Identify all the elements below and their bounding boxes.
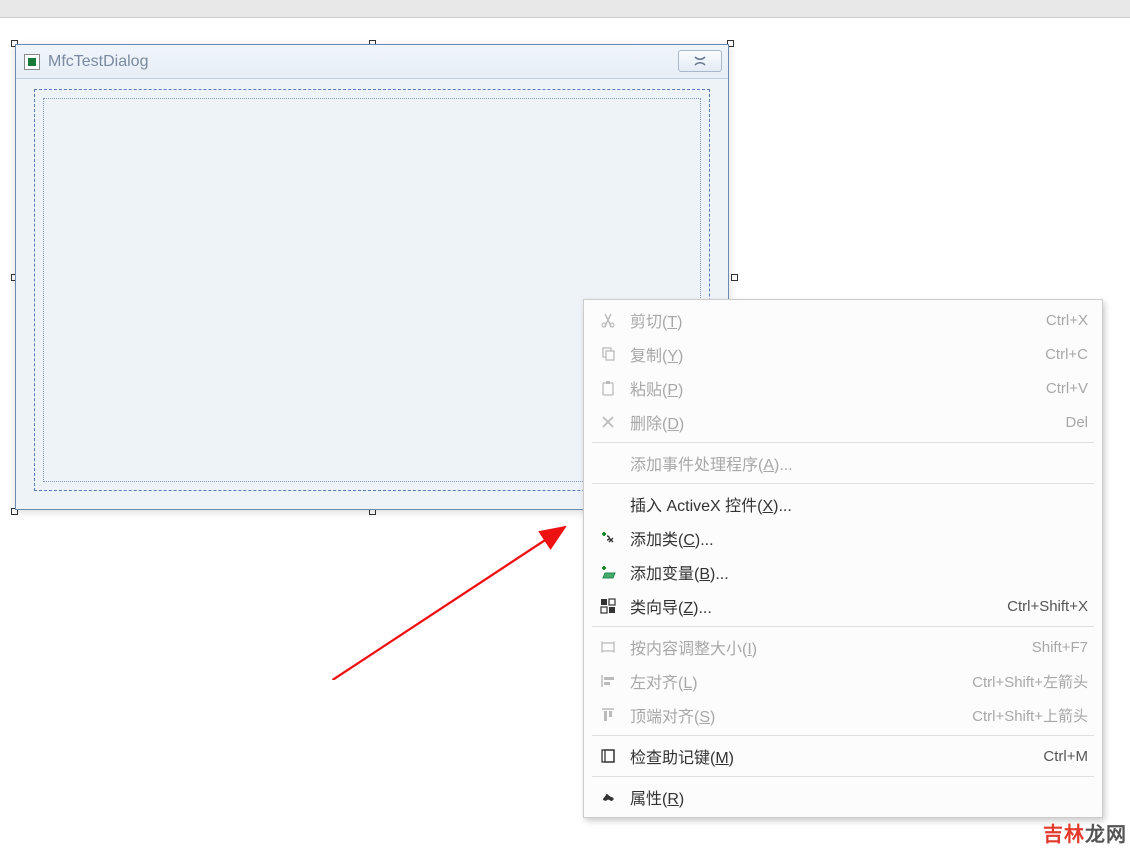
menu-item-label: 剪切(T) [630, 308, 1046, 332]
menu-item: 按内容调整大小(I)Shift+F7 [586, 630, 1100, 664]
watermark: 吉林龙网 [1043, 818, 1127, 847]
dialog-title: MfcTestDialog [48, 53, 148, 71]
align-top-icon [594, 704, 622, 726]
mnemonics-icon [594, 745, 622, 767]
menu-item-label: 添加事件处理程序(A)... [630, 451, 1088, 475]
menu-item[interactable]: 属性(R) [586, 780, 1100, 814]
menu-item[interactable]: 插入 ActiveX 控件(X)... [586, 487, 1100, 521]
menu-item-shortcut: Ctrl+M [1043, 748, 1088, 765]
menu-item-label: 插入 ActiveX 控件(X)... [630, 492, 1088, 516]
menu-item-label: 检查助记键(M) [630, 744, 1043, 768]
menu-item-label: 左对齐(L) [630, 669, 972, 693]
context-menu[interactable]: 剪切(T)Ctrl+X复制(Y)Ctrl+C粘贴(P)Ctrl+V删除(D)De… [583, 299, 1103, 818]
menu-item-label: 类向导(Z)... [630, 594, 1007, 618]
menu-separator [592, 735, 1094, 736]
menu-separator [592, 626, 1094, 627]
menu-item: 剪切(T)Ctrl+X [586, 303, 1100, 337]
watermark-part1: 吉林 [1043, 824, 1085, 846]
menu-item[interactable]: 类向导(Z)...Ctrl+Shift+X [586, 589, 1100, 623]
menu-item[interactable]: 添加变量(B)... [586, 555, 1100, 589]
menu-item[interactable]: 添加类(C)... [586, 521, 1100, 555]
menu-item-shortcut: Ctrl+C [1045, 346, 1088, 363]
dialog-titlebar[interactable]: MfcTestDialog [16, 45, 728, 79]
annotation-arrow [290, 500, 630, 680]
add-variable-icon [594, 561, 622, 583]
menu-separator [592, 776, 1094, 777]
menu-item: 复制(Y)Ctrl+C [586, 337, 1100, 371]
close-button[interactable] [678, 50, 722, 72]
close-icon [693, 55, 707, 67]
menu-item: 粘贴(P)Ctrl+V [586, 371, 1100, 405]
menu-item-shortcut: Ctrl+Shift+上箭头 [972, 705, 1088, 726]
menu-item-shortcut: Ctrl+V [1046, 380, 1088, 397]
menu-item-label: 复制(Y) [630, 342, 1045, 366]
delete-icon [594, 411, 622, 433]
dialog-app-icon [24, 54, 40, 70]
selection-handle[interactable] [731, 274, 738, 281]
menu-item: 删除(D)Del [586, 405, 1100, 439]
menu-separator [592, 483, 1094, 484]
menu-item: 添加事件处理程序(A)... [586, 446, 1100, 480]
menu-item-shortcut: Ctrl+X [1046, 312, 1088, 329]
menu-item-label: 添加类(C)... [630, 526, 1088, 550]
align-left-icon [594, 670, 622, 692]
menu-item: 顶端对齐(S)Ctrl+Shift+上箭头 [586, 698, 1100, 732]
menu-item-label: 顶端对齐(S) [630, 703, 972, 727]
menu-item-label: 属性(R) [630, 785, 1088, 809]
menu-item: 左对齐(L)Ctrl+Shift+左箭头 [586, 664, 1100, 698]
menu-item-shortcut: Ctrl+Shift+左箭头 [972, 671, 1088, 692]
menu-item-shortcut: Ctrl+Shift+X [1007, 598, 1088, 615]
add-class-icon [594, 527, 622, 549]
properties-icon [594, 786, 622, 808]
menu-item[interactable]: 检查助记键(M)Ctrl+M [586, 739, 1100, 773]
copy-icon [594, 343, 622, 365]
menu-item-shortcut: Del [1065, 414, 1088, 431]
menu-item-shortcut: Shift+F7 [1032, 639, 1088, 656]
paste-icon [594, 377, 622, 399]
watermark-part2: 龙网 [1085, 824, 1127, 846]
class-wizard-icon [594, 595, 622, 617]
resize-icon [594, 636, 622, 658]
menu-icon-blank [594, 493, 622, 515]
menu-item-label: 删除(D) [630, 410, 1065, 434]
menu-item-label: 按内容调整大小(I) [630, 635, 1032, 659]
menu-icon-blank [594, 452, 622, 474]
menu-item-label: 粘贴(P) [630, 376, 1046, 400]
menu-item-label: 添加变量(B)... [630, 560, 1088, 584]
menu-separator [592, 442, 1094, 443]
cut-icon [594, 309, 622, 331]
ruler-top [0, 0, 1130, 18]
